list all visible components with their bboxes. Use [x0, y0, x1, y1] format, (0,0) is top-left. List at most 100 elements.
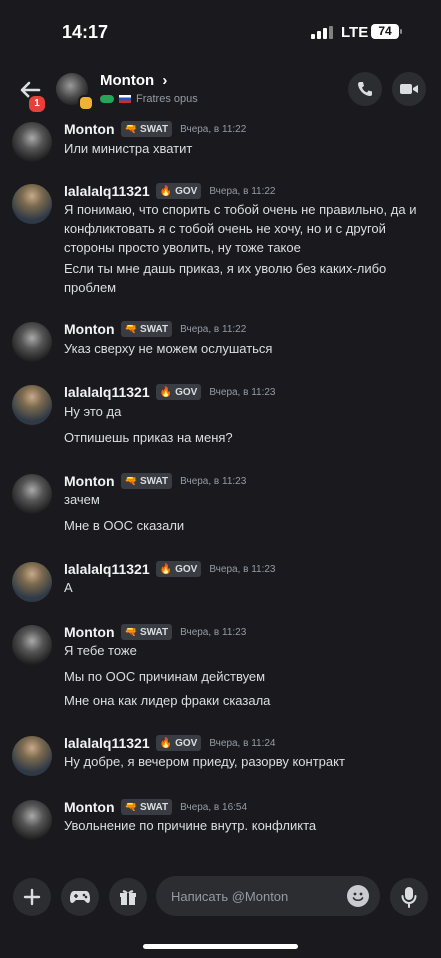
- avatar[interactable]: [12, 184, 52, 224]
- tag-label: SWAT: [139, 801, 169, 813]
- avatar[interactable]: [12, 736, 52, 776]
- voice-message-button[interactable]: [390, 878, 428, 916]
- username[interactable]: lalalalq11321: [64, 735, 150, 751]
- gun-icon: 🔫: [124, 626, 137, 638]
- gun-icon: 🔫: [124, 475, 137, 487]
- username[interactable]: lalalalq11321: [64, 384, 150, 400]
- battery-cap: [400, 29, 402, 34]
- avatar[interactable]: [12, 122, 52, 162]
- username[interactable]: Monton: [64, 321, 115, 337]
- message-header: lalalalq11321 🔥 GOV Вчера, в 11:23: [64, 384, 276, 400]
- tag-label: GOV: [175, 563, 198, 575]
- message-header: Monton 🔫 SWAT Вчера, в 11:23: [64, 473, 246, 489]
- home-indicator[interactable]: [143, 944, 298, 949]
- tag-label: SWAT: [139, 626, 169, 638]
- message-header: lalalalq11321 🔥 GOV Вчера, в 11:22: [64, 183, 276, 199]
- message-header: Monton 🔫 SWAT Вчера, в 11:23: [64, 624, 246, 640]
- tag-label: SWAT: [139, 323, 169, 335]
- role-tag[interactable]: 🔫 SWAT: [120, 321, 173, 337]
- avatar[interactable]: [12, 322, 52, 362]
- gun-icon: 🔫: [124, 123, 137, 135]
- signal-icon: [311, 26, 333, 39]
- battery-icon: 74: [371, 24, 399, 39]
- message-header: Monton 🔫 SWAT Вчера, в 16:54: [64, 799, 247, 815]
- flag-icon: [119, 95, 131, 103]
- emoji-button[interactable]: [347, 885, 369, 907]
- message-header: lalalalq11321 🔥 GOV Вчера, в 11:24: [64, 735, 276, 751]
- message-header: lalalalq11321 🔥 GOV Вчера, в 11:23: [64, 561, 276, 577]
- camera-icon: [400, 84, 418, 94]
- channel-title[interactable]: Monton ›: [100, 72, 167, 89]
- plus-icon: [23, 888, 41, 906]
- role-tag[interactable]: 🔥 GOV: [155, 384, 202, 400]
- timestamp: Вчера, в 11:24: [209, 737, 276, 749]
- message-input[interactable]: Написать @Monton: [156, 876, 380, 916]
- role-tag[interactable]: 🔥 GOV: [155, 561, 202, 577]
- gamepad-icon: [70, 891, 90, 903]
- role-tag[interactable]: 🔫 SWAT: [120, 799, 173, 815]
- voice-call-button[interactable]: [348, 72, 382, 106]
- message-text[interactable]: Если ты мне дашь приказ, я их уволю без …: [64, 259, 429, 297]
- chat-header: 1 Monton › Fratres opus: [0, 64, 441, 118]
- username[interactable]: lalalalq11321: [64, 561, 150, 577]
- role-tag[interactable]: 🔫 SWAT: [120, 121, 173, 137]
- composer-bar: Написать @Monton: [0, 872, 441, 922]
- message-text[interactable]: Мне в ООС сказали: [64, 516, 429, 535]
- gun-icon: 🔫: [124, 801, 137, 813]
- activity-text: Fratres opus: [136, 93, 198, 105]
- role-tag[interactable]: 🔥 GOV: [155, 735, 202, 751]
- tag-label: GOV: [175, 737, 198, 749]
- role-tag[interactable]: 🔥 GOV: [155, 183, 202, 199]
- tag-label: GOV: [175, 185, 198, 197]
- fire-icon: 🔥: [159, 386, 173, 398]
- message-text[interactable]: зачем: [64, 490, 429, 509]
- message-text[interactable]: Мне она как лидер фраки сказала: [64, 691, 429, 710]
- tag-label: SWAT: [139, 123, 169, 135]
- message-text[interactable]: Отпишешь приказ на меня?: [64, 428, 429, 447]
- avatar[interactable]: [12, 800, 52, 840]
- avatar[interactable]: [12, 625, 52, 665]
- gun-icon: 🔫: [124, 323, 137, 335]
- message-text[interactable]: Или министра хватит: [64, 139, 429, 158]
- username[interactable]: Monton: [64, 473, 115, 489]
- role-tag[interactable]: 🔫 SWAT: [120, 624, 173, 640]
- username[interactable]: Monton: [64, 121, 115, 137]
- activities-button[interactable]: [61, 878, 99, 916]
- message-text[interactable]: Ну это да: [64, 402, 429, 421]
- gamepad-icon: [100, 95, 114, 103]
- message-text[interactable]: А: [64, 578, 429, 597]
- video-call-button[interactable]: [392, 72, 426, 106]
- avatar[interactable]: [12, 385, 52, 425]
- timestamp: Вчера, в 16:54: [180, 801, 248, 813]
- username[interactable]: Monton: [64, 799, 115, 815]
- channel-subtitle: Fratres opus: [100, 93, 198, 105]
- fire-icon: 🔥: [159, 737, 173, 749]
- timestamp: Вчера, в 11:22: [180, 123, 247, 135]
- message-text[interactable]: Увольнение по причине внутр. конфликта: [64, 816, 429, 835]
- message-text[interactable]: Мы по ООС причинам действуем: [64, 667, 429, 686]
- username[interactable]: lalalalq11321: [64, 183, 150, 199]
- timestamp: Вчера, в 11:22: [209, 185, 276, 197]
- avatar[interactable]: [12, 474, 52, 514]
- username[interactable]: Monton: [64, 624, 115, 640]
- timestamp: Вчера, в 11:22: [180, 323, 247, 335]
- message-header: Monton 🔫 SWAT Вчера, в 11:22: [64, 321, 246, 337]
- avatar[interactable]: [12, 562, 52, 602]
- timestamp: Вчера, в 11:23: [209, 563, 276, 575]
- message-text[interactable]: Ну добре, я вечером приеду, разорву конт…: [64, 752, 429, 771]
- chevron-right-icon: ›: [162, 72, 168, 89]
- gift-button[interactable]: [109, 878, 147, 916]
- message-text[interactable]: Я тебе тоже: [64, 641, 429, 660]
- channel-name: Monton: [100, 72, 155, 89]
- message-input-placeholder: Написать @Monton: [171, 889, 289, 904]
- timestamp: Вчера, в 11:23: [180, 626, 247, 638]
- message-text[interactable]: Указ сверху не можем ослушаться: [64, 339, 429, 358]
- fire-icon: 🔥: [159, 185, 173, 197]
- fire-icon: 🔥: [159, 563, 173, 575]
- message-text[interactable]: Я понимаю, что спорить с тобой очень не …: [64, 200, 429, 257]
- role-tag[interactable]: 🔫 SWAT: [120, 473, 173, 489]
- gift-icon: [120, 890, 136, 905]
- microphone-icon: [401, 887, 417, 908]
- add-attachment-button[interactable]: [13, 878, 51, 916]
- timestamp: Вчера, в 11:23: [180, 475, 247, 487]
